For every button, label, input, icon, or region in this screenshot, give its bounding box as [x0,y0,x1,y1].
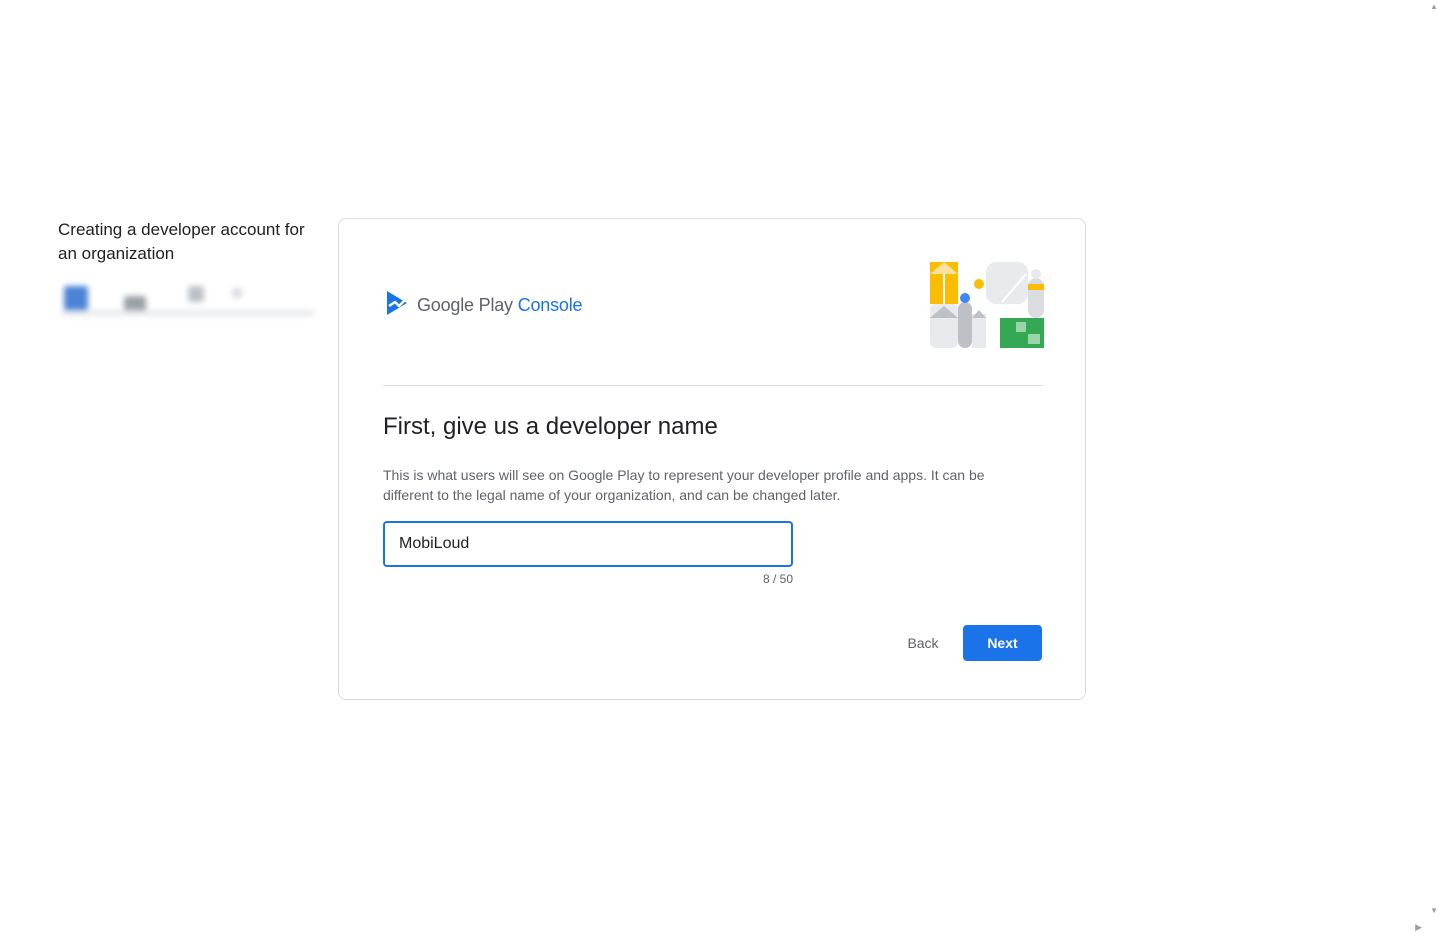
logo-product: Console [517,294,583,315]
header-divider [383,385,1043,386]
logo-text: Google Play Console [417,294,583,316]
sidebar-title: Creating a developer account for an orga… [58,220,305,263]
play-console-icon [385,290,409,321]
page: Creating a developer account for an orga… [0,0,1442,937]
developer-name-description: This is what users will see on Google Pl… [383,467,985,503]
developer-name-card: Google Play Console First, give us a dev… [338,218,1086,700]
header-illustration [930,262,1044,348]
scroll-up-arrow-icon[interactable]: ▲ [1430,2,1438,11]
google-play-console-logo: Google Play Console [385,290,583,321]
back-button[interactable]: Back [893,625,953,661]
sidebar-step-indicators [60,280,315,320]
scroll-down-arrow-icon[interactable]: ▼ [1430,906,1438,915]
developer-name-input[interactable] [383,521,793,567]
next-button[interactable]: Next [963,625,1042,661]
logo-brand: Google Play [417,294,513,315]
scroll-right-arrow-icon[interactable]: ▶ [1415,922,1422,933]
page-heading: First, give us a developer name [383,413,718,440]
character-counter: 8 / 50 [762,572,793,586]
